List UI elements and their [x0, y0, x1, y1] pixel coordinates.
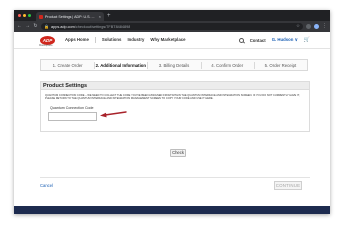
- address-bar-row: ← → ↻ 🔒 apps.adp.com/checkout/settings/7…: [14, 21, 330, 32]
- cancel-link[interactable]: Cancel: [40, 183, 53, 188]
- action-divider: [40, 177, 310, 178]
- browser-tab[interactable]: Product Settings | ADP: U.S. ... ×: [36, 12, 104, 21]
- close-window-button[interactable]: [18, 14, 21, 17]
- product-settings-title: Product Settings: [40, 81, 310, 90]
- web-page: ADP Marketplace Apps Home Solutions Indu…: [14, 32, 330, 214]
- tab-bar: Product Settings | ADP: U.S. ... × +: [14, 10, 330, 21]
- url-bar[interactable]: 🔒 apps.adp.com/checkout/settings/7FBT848…: [41, 23, 303, 30]
- nav-why-marketplace[interactable]: Why Marketplace: [150, 37, 185, 43]
- search-icon[interactable]: [238, 37, 244, 43]
- new-tab-button[interactable]: +: [107, 12, 111, 20]
- step-order-receipt: 5. Order Receipt: [253, 60, 307, 70]
- user-menu[interactable]: G. Hudson ∨: [272, 37, 298, 43]
- site-footer: [14, 206, 330, 214]
- logo-subtitle: Marketplace: [39, 44, 53, 47]
- nav-industry[interactable]: Industry: [127, 37, 144, 43]
- quantum-code-label: Quantum Connection Code: [50, 106, 94, 110]
- url-path: /checkout/settings/7FBT8484898: [74, 24, 131, 29]
- step-create-order: 1. Create Order: [52, 62, 83, 68]
- tab-close-icon[interactable]: ×: [99, 14, 101, 19]
- reload-icon[interactable]: ↻: [33, 24, 38, 29]
- back-arrow-icon[interactable]: ←: [17, 24, 22, 29]
- step-billing-details: 3. Billing Details: [147, 60, 200, 70]
- step-confirm-order: 4. Confirm Order: [200, 60, 254, 70]
- url-text: apps.adp.com/checkout/settings/7FBT84848…: [51, 25, 130, 29]
- quantum-connection-code-input[interactable]: [48, 112, 97, 121]
- profile-avatar[interactable]: [314, 24, 319, 29]
- continue-button[interactable]: CONTINUE: [274, 181, 302, 190]
- adp-favicon-icon: [39, 14, 43, 19]
- extension-icon[interactable]: [306, 24, 311, 29]
- main-nav: Apps Home Solutions Industry Why Marketp…: [65, 37, 186, 43]
- connection-code-notice: QUANTUM CONNECTION CODE – WE NEED TO COL…: [45, 94, 300, 101]
- site-header: ADP Marketplace Apps Home Solutions Indu…: [14, 32, 330, 49]
- bookmark-star-icon[interactable]: ☆: [296, 24, 300, 29]
- browser-window: Product Settings | ADP: U.S. ... × + ← →…: [14, 10, 330, 214]
- cart-icon[interactable]: 🛒: [304, 37, 310, 43]
- nav-apps-home[interactable]: Apps Home: [65, 37, 89, 43]
- nav-divider: [94, 37, 96, 43]
- contact-link[interactable]: Contact: [250, 38, 266, 43]
- forward-arrow-icon[interactable]: →: [25, 24, 30, 29]
- url-host: apps.adp.com: [50, 24, 75, 29]
- header-right: Contact G. Hudson ∨ 🛒: [238, 37, 310, 43]
- window-controls: [18, 14, 31, 17]
- tab-title: Product Settings | ADP: U.S. ...: [45, 14, 95, 19]
- minimize-window-button[interactable]: [23, 14, 26, 17]
- step-additional-information: 2. Additional Information: [94, 60, 148, 70]
- maximize-window-button[interactable]: [28, 14, 31, 17]
- checkout-steps: 1. Create Order 2. Additional Informatio…: [40, 59, 308, 71]
- lock-icon: 🔒: [44, 23, 49, 29]
- browser-menu-icon[interactable]: ⋮: [322, 24, 327, 29]
- check-button[interactable]: Check: [170, 149, 186, 157]
- pointer-arrow-icon: [100, 111, 127, 118]
- product-settings-panel: QUANTUM CONNECTION CODE – WE NEED TO COL…: [40, 90, 310, 132]
- nav-solutions[interactable]: Solutions: [102, 37, 122, 43]
